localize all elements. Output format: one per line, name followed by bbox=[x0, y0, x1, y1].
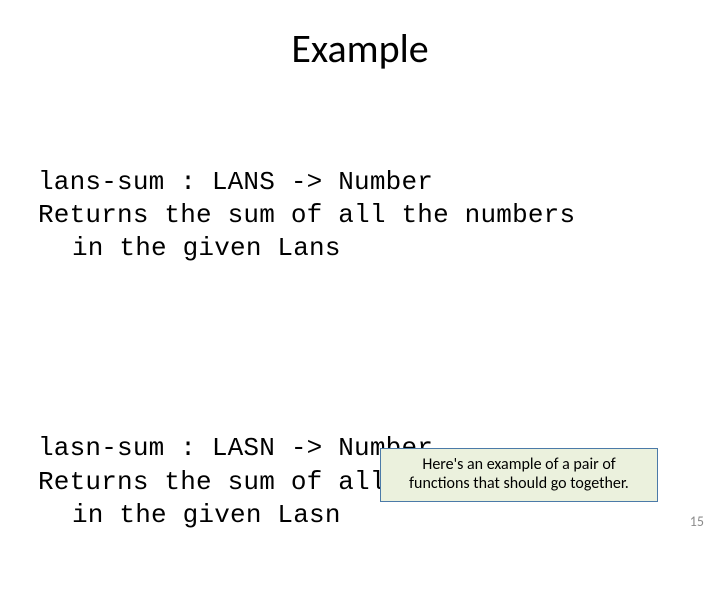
callout-box: Here's an example of a pair of functions… bbox=[380, 448, 658, 502]
page-number: 15 bbox=[690, 513, 704, 530]
desc-1-line-2: in the given Lans bbox=[38, 232, 682, 265]
callout-line-2: functions that should go together. bbox=[391, 474, 647, 493]
desc-2-line-2: in the given Lasn bbox=[38, 499, 682, 532]
slide-title: Example bbox=[38, 24, 682, 73]
signature-1: lans-sum : LANS -> Number bbox=[38, 166, 682, 199]
code-block-1: lans-sum : LANS -> NumberReturns the sum… bbox=[38, 99, 682, 332]
desc-1-line-1: Returns the sum of all the numbers bbox=[38, 199, 682, 232]
callout-line-1: Here's an example of a pair of bbox=[391, 455, 647, 474]
slide: Example lans-sum : LANS -> NumberReturns… bbox=[0, 0, 720, 540]
